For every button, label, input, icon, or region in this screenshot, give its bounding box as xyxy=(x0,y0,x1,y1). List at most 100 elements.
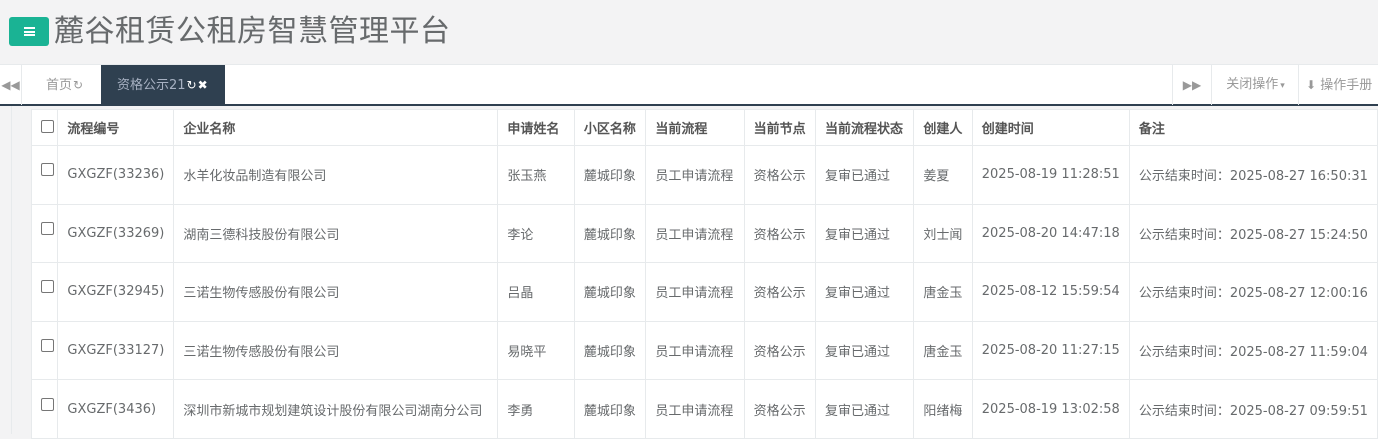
table-row[interactable]: GXGZF(3436) 深圳市新城市规划建筑设计股份有限公司湖南分公司 李勇 麓… xyxy=(30,379,1378,439)
table-row[interactable]: GXGZF(33236) 水羊化妆品制造有限公司 张玉燕 麓城印象 员工申请流程… xyxy=(30,145,1378,205)
col-header[interactable]: 创建时间 xyxy=(971,109,1130,146)
table-cell: 唐金玉 xyxy=(913,320,973,381)
col-header[interactable]: 当前流程状态 xyxy=(815,109,915,146)
table-cell: 刘士闻 xyxy=(913,203,973,264)
table-cell: GXGZF(33127) xyxy=(57,320,175,381)
table-cell: 唐金玉 xyxy=(913,262,973,322)
table-cell: 员工申请流程 xyxy=(645,379,745,439)
row-checkbox[interactable] xyxy=(41,339,54,353)
table-cell: 麓城印象 xyxy=(573,379,647,439)
col-header[interactable]: 小区名称 xyxy=(573,109,647,146)
table-cell: 三诺生物传感股份有限公司 xyxy=(173,320,499,381)
table-cell: 2025-08-19 11:28:51 xyxy=(971,145,1130,205)
row-checkbox[interactable] xyxy=(41,397,54,411)
table-row[interactable]: GXGZF(32945) 三诺生物传感股份有限公司 吕晶 麓城印象 员工申请流程… xyxy=(30,262,1378,322)
table-cell: 姜夏 xyxy=(913,145,973,205)
col-header[interactable]: 申请姓名 xyxy=(497,109,575,146)
table-cell: 资格公示 xyxy=(743,145,817,205)
table-cell: 2025-08-20 11:27:15 xyxy=(971,320,1130,381)
col-header[interactable]: 企业名称 xyxy=(173,109,499,146)
table-cell: 员工申请流程 xyxy=(645,145,745,205)
table-row[interactable]: GXGZF(33127) 三诺生物传感股份有限公司 易晓平 麓城印象 员工申请流… xyxy=(30,320,1378,381)
col-header[interactable]: 流程编号 xyxy=(57,109,175,146)
table-cell: 复审已通过 xyxy=(815,145,915,205)
backward-icon: ◀◀ xyxy=(1,78,20,92)
row-checkbox[interactable] xyxy=(41,163,54,177)
row-select-cell xyxy=(30,203,59,264)
table-cell: 2025-08-19 13:02:58 xyxy=(971,379,1130,439)
table-cell: 李勇 xyxy=(497,379,575,439)
table-cell: 复审已通过 xyxy=(815,203,915,264)
row-select-cell xyxy=(30,320,59,381)
menu-toggle-button[interactable] xyxy=(9,17,49,46)
table-cell: 张玉燕 xyxy=(497,145,575,205)
table-cell: 员工申请流程 xyxy=(645,320,745,381)
header: 麓谷租赁公租房智慧管理平台 xyxy=(0,0,1378,64)
table-cell: 2025-08-20 14:47:18 xyxy=(971,203,1130,264)
col-header[interactable]: 备注 xyxy=(1128,109,1378,146)
bars-icon xyxy=(23,27,35,36)
table-row[interactable]: GXGZF(33269) 湖南三德科技股份有限公司 李论 麓城印象 员工申请流程… xyxy=(30,203,1378,264)
tab-bar: ◀◀ 首页↻ 资格公示21↻✖ ▶▶ 关闭操作 ▾ ⬇ 操作手册 xyxy=(0,64,1378,106)
table-cell: 2025-08-12 15:59:54 xyxy=(971,262,1130,322)
close-operations-dropdown[interactable]: 关闭操作 ▾ xyxy=(1213,65,1299,105)
table-cell: 李论 xyxy=(497,203,575,264)
tab-home-label: 首页 xyxy=(46,78,73,93)
table-cell: 麓城印象 xyxy=(573,262,647,322)
table-cell: 公示结束时间：2025-08-27 09:59:51 xyxy=(1128,379,1378,439)
left-scroll-strip xyxy=(0,106,12,434)
table-cell: 资格公示 xyxy=(743,320,817,381)
row-select-cell xyxy=(30,145,59,205)
col-header[interactable]: 当前节点 xyxy=(743,109,817,146)
col-header[interactable]: 创建人 xyxy=(913,109,973,146)
tab-scroll-right-button[interactable]: ▶▶ xyxy=(1172,65,1212,105)
table-cell: 公示结束时间：2025-08-27 11:59:04 xyxy=(1128,320,1378,381)
table-cell: 复审已通过 xyxy=(815,262,915,322)
caret-down-icon: ▾ xyxy=(1280,81,1285,91)
table-cell: 深圳市新城市规划建筑设计股份有限公司湖南分公司 xyxy=(173,379,499,439)
tab-active-label: 资格公示21 xyxy=(117,78,186,93)
operation-manual-button[interactable]: ⬇ 操作手册 xyxy=(1300,65,1372,105)
table-cell: 吕晶 xyxy=(497,262,575,322)
table-cell: 资格公示 xyxy=(743,379,817,439)
table-cell: 复审已通过 xyxy=(815,320,915,381)
table-cell: 资格公示 xyxy=(743,262,817,322)
table-cell: 麓城印象 xyxy=(573,320,647,381)
row-select-cell xyxy=(30,262,59,322)
refresh-icon[interactable]: ↻ xyxy=(187,78,197,92)
close-icon[interactable]: ✖ xyxy=(198,78,208,92)
select-all-cell xyxy=(30,109,59,146)
table-cell: GXGZF(32945) xyxy=(57,262,175,322)
table-cell: 麓城印象 xyxy=(573,145,647,205)
download-icon: ⬇ xyxy=(1306,78,1317,92)
row-checkbox[interactable] xyxy=(41,280,54,294)
select-all-checkbox[interactable] xyxy=(41,119,54,133)
process-table: 流程编号 企业名称 申请姓名 小区名称 当前流程 当前节点 当前流程状态 创建人… xyxy=(30,109,1378,439)
tab-qualification-notice[interactable]: 资格公示21↻✖ xyxy=(101,65,225,105)
table-cell: 公示结束时间：2025-08-27 12:00:16 xyxy=(1128,262,1378,322)
table-cell: GXGZF(33236) xyxy=(57,145,175,205)
table-cell: 员工申请流程 xyxy=(645,203,745,264)
page-title: 麓谷租赁公租房智慧管理平台 xyxy=(54,14,451,49)
close-operations-label: 关闭操作 xyxy=(1226,77,1279,92)
col-header[interactable]: 当前流程 xyxy=(645,109,745,146)
table-cell: 阳绪梅 xyxy=(913,379,973,439)
row-checkbox[interactable] xyxy=(41,221,54,235)
table-cell: 员工申请流程 xyxy=(645,262,745,322)
table-cell: GXGZF(33269) xyxy=(57,203,175,264)
table-cell: 公示结束时间：2025-08-27 16:50:31 xyxy=(1128,145,1378,205)
table-header-row: 流程编号 企业名称 申请姓名 小区名称 当前流程 当前节点 当前流程状态 创建人… xyxy=(30,109,1378,146)
table-cell: 三诺生物传感股份有限公司 xyxy=(173,262,499,322)
operation-manual-label: 操作手册 xyxy=(1320,78,1373,93)
content-area: 流程编号 企业名称 申请姓名 小区名称 当前流程 当前节点 当前流程状态 创建人… xyxy=(0,106,1378,439)
table-cell: 水羊化妆品制造有限公司 xyxy=(173,145,499,205)
tab-home[interactable]: 首页↻ xyxy=(32,65,97,105)
tab-scroll-left-button[interactable]: ◀◀ xyxy=(0,65,22,105)
refresh-icon[interactable]: ↻ xyxy=(73,78,83,92)
table-cell: 湖南三德科技股份有限公司 xyxy=(173,203,499,264)
table-cell: GXGZF(3436) xyxy=(57,379,175,439)
table-cell: 麓城印象 xyxy=(573,203,647,264)
table-cell: 易晓平 xyxy=(497,320,575,381)
table-cell: 复审已通过 xyxy=(815,379,915,439)
table-cell: 资格公示 xyxy=(743,203,817,264)
